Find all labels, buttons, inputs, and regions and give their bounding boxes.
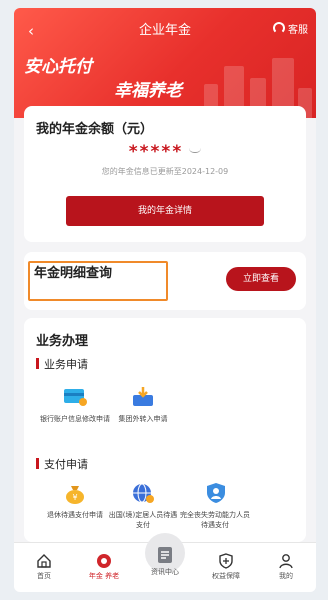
masked-balance: ***** [128,142,184,162]
tab-pension[interactable]: 年金 养老 [74,543,134,581]
retirement-payment-item[interactable]: ¥ 退休待遇支付申请 [40,482,110,520]
update-notice: 您的年金信息已更新至2024-12-09 [101,167,229,176]
headset-icon [273,22,285,34]
transfer-in-icon [133,387,153,406]
pension-icon [97,554,111,568]
eye-closed-icon[interactable] [189,148,202,153]
section-business-apply: 业务申请 [36,356,88,372]
item-label: 银行账户信息修改申请 [40,415,110,423]
tab-mine[interactable]: 我的 [256,543,316,581]
home-icon [37,554,51,568]
tab-label: 首页 [37,572,51,580]
item-label: 退休待遇支付申请 [47,511,103,519]
section-title: 支付申请 [44,458,88,471]
slogan-left: 安心托付 [24,57,92,77]
bank-account-change-item[interactable]: 银行账户信息修改申请 [40,386,110,424]
globe-icon [133,483,154,503]
pension-detail-button[interactable]: 我的年金详情 [66,196,264,226]
chevron-left-icon[interactable]: ‹ [28,20,34,42]
section-payment-apply: 支付申请 [36,456,88,472]
top-bar: 企业年金 ‹ 客服 [14,20,316,42]
page-title: 企业年金 [138,23,191,38]
section-title: 业务申请 [44,358,88,371]
overseas-settle-payment-item[interactable]: 出国(境)定居人员待遇支付 [108,482,178,530]
slogan-right: 幸福养老 [114,81,182,101]
query-label[interactable]: 年金明细查询 [34,262,112,281]
business-title: 业务办理 [36,334,89,349]
balance-value: ***** [24,142,306,162]
tab-rights[interactable]: 权益保障 [196,543,256,581]
view-now-button[interactable]: 立即查看 [226,267,296,291]
item-label: 完全丧失劳动能力人员待遇支付 [180,511,250,529]
tab-news-center[interactable]: 资讯中心 [135,543,195,577]
tab-label: 权益保障 [212,572,240,580]
document-icon [158,547,172,563]
external-transfer-item[interactable]: 集团外转入申请 [108,386,178,424]
business-card: 业务办理 业务申请 银行账户信息修改申请 集团外转入申请 支付申请 ¥ 退休待遇… [24,318,306,542]
header-banner: 企业年金 ‹ 客服 安心托付 幸福养老 [14,8,316,118]
disability-payment-item[interactable]: 完全丧失劳动能力人员待遇支付 [180,482,250,530]
service-label: 客服 [288,25,308,36]
bottom-tab-bar: 首页 年金 养老 资讯中心 权益保障 我的 [14,533,316,592]
tab-label: 年金 养老 [88,572,120,580]
bank-card-icon [64,389,87,406]
item-label: 出国(境)定居人员待遇支付 [108,511,178,529]
money-bag-icon: ¥ [66,486,84,504]
balance-card: 我的年金余额（元） ***** 您的年金信息已更新至2024-12-09 我的年… [24,106,306,242]
person-shield-icon [207,483,225,503]
app-screen: 企业年金 ‹ 客服 安心托付 幸福养老 我的年金余额（元） ***** 您的年金… [14,8,316,592]
balance-title: 我的年金余额（元） [36,122,154,137]
customer-service-button[interactable]: 客服 [273,20,308,42]
svg-text:¥: ¥ [72,493,77,502]
tab-label: 资讯中心 [151,568,179,576]
user-icon [279,554,293,569]
detail-query-card: 年金明细查询 立即查看 [24,252,306,310]
item-label: 集团外转入申请 [118,415,168,423]
shield-icon [219,553,233,569]
tab-label: 我的 [279,572,293,580]
tab-home[interactable]: 首页 [14,543,74,581]
